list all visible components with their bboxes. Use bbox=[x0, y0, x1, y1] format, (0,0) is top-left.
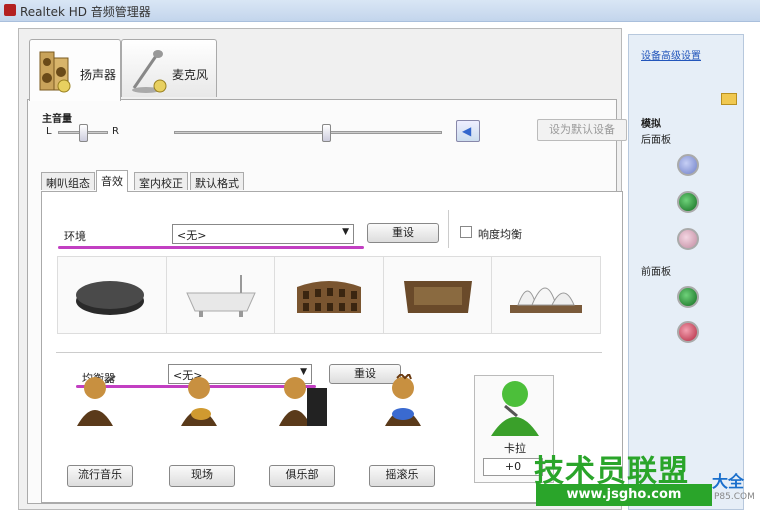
microphone-icon bbox=[132, 50, 167, 93]
environment-reset-button[interactable]: 重设 bbox=[367, 223, 439, 243]
mute-speaker-button[interactable] bbox=[456, 120, 480, 142]
env-preset-colosseum[interactable] bbox=[275, 257, 384, 333]
colosseum-icon bbox=[297, 281, 362, 313]
bathtub-icon bbox=[185, 275, 256, 317]
eq-preset-rock-button[interactable]: 摇滚乐 bbox=[369, 465, 435, 487]
tab-room-correction[interactable]: 室内校正 bbox=[134, 172, 188, 190]
stone-icon bbox=[76, 281, 144, 315]
realtek-app-icon bbox=[4, 4, 16, 16]
advanced-device-settings-link[interactable]: 设备高级设置 bbox=[641, 47, 701, 62]
eq-preset-club-button[interactable]: 俱乐部 bbox=[269, 465, 335, 487]
pop-singer-icon bbox=[77, 375, 116, 426]
balance-left-label: L bbox=[46, 126, 52, 137]
karaoke-singer-icon bbox=[491, 381, 539, 436]
watermark-url: www.jsgho.com bbox=[536, 484, 712, 506]
chevron-down-icon: ▼ bbox=[342, 227, 349, 237]
section-divider bbox=[56, 352, 602, 353]
rear-panel-label: 后面板 bbox=[641, 135, 671, 146]
main-volume-title: 主音量 bbox=[42, 114, 72, 125]
tab-speakers[interactable]: 扬声器 bbox=[29, 39, 121, 101]
title-bar: Realtek HD 音频管理器 bbox=[0, 0, 760, 22]
balance-slider-thumb[interactable] bbox=[79, 124, 88, 142]
env-preset-bathtub[interactable] bbox=[166, 257, 276, 333]
window-title: Realtek HD 音频管理器 bbox=[20, 5, 151, 19]
rear-jack-pink[interactable] bbox=[677, 228, 699, 250]
volume-slider[interactable] bbox=[174, 131, 442, 134]
loudness-equalization-label: 响度均衡 bbox=[478, 228, 522, 241]
arena-icon bbox=[403, 281, 472, 313]
env-preset-opera-house[interactable] bbox=[492, 257, 600, 333]
opera-house-icon bbox=[510, 287, 583, 313]
connector-settings-panel: 设备高级设置 模拟 后面板 前面板 bbox=[628, 34, 744, 510]
environment-highlight bbox=[58, 246, 364, 249]
env-preset-stone[interactable] bbox=[58, 257, 167, 333]
live-guitarist-icon bbox=[181, 377, 217, 426]
tab-default-format[interactable]: 默认格式 bbox=[190, 172, 244, 190]
analog-label: 模拟 bbox=[641, 119, 661, 130]
tab-speakers-label: 扬声器 bbox=[80, 68, 117, 82]
front-panel-label: 前面板 bbox=[641, 267, 671, 278]
tab-sound-effects[interactable]: 音效 bbox=[96, 170, 128, 192]
tab-microphone[interactable]: 麦克风 bbox=[121, 39, 217, 97]
tab-speaker-config[interactable]: 喇叭组态 bbox=[41, 172, 95, 190]
front-jack-red[interactable] bbox=[677, 321, 699, 343]
rear-jack-green[interactable] bbox=[677, 191, 699, 213]
volume-slider-thumb[interactable] bbox=[322, 124, 331, 142]
watermark-small-text: P85.COM bbox=[714, 492, 755, 502]
rock-guitarist-icon bbox=[385, 374, 421, 426]
eq-preset-pop-button[interactable]: 流行音乐 bbox=[67, 465, 133, 487]
club-pianist-icon bbox=[279, 377, 327, 426]
divider bbox=[448, 210, 449, 248]
set-default-device-button[interactable]: 设为默认设备 bbox=[537, 119, 627, 141]
environment-presets bbox=[57, 256, 601, 334]
eq-preset-live-button[interactable]: 现场 bbox=[169, 465, 235, 487]
speaker-icon bbox=[39, 51, 71, 93]
environment-select-value: <无> bbox=[177, 229, 207, 242]
folder-icon[interactable] bbox=[721, 93, 737, 105]
environment-select[interactable]: <无> ▼ bbox=[172, 224, 354, 244]
rear-jack-blue[interactable] bbox=[677, 154, 699, 176]
env-preset-arena[interactable] bbox=[383, 257, 493, 333]
watermark-side-text: 大全 bbox=[712, 472, 745, 491]
tab-microphone-label: 麦克风 bbox=[172, 68, 209, 82]
balance-right-label: R bbox=[112, 126, 119, 137]
environment-label: 环境 bbox=[64, 230, 86, 243]
loudness-equalization-checkbox[interactable] bbox=[460, 226, 472, 238]
watermark: 技术员联盟 www.jsgho.com 大全 P85.COM bbox=[528, 446, 760, 514]
front-jack-green[interactable] bbox=[677, 286, 699, 308]
